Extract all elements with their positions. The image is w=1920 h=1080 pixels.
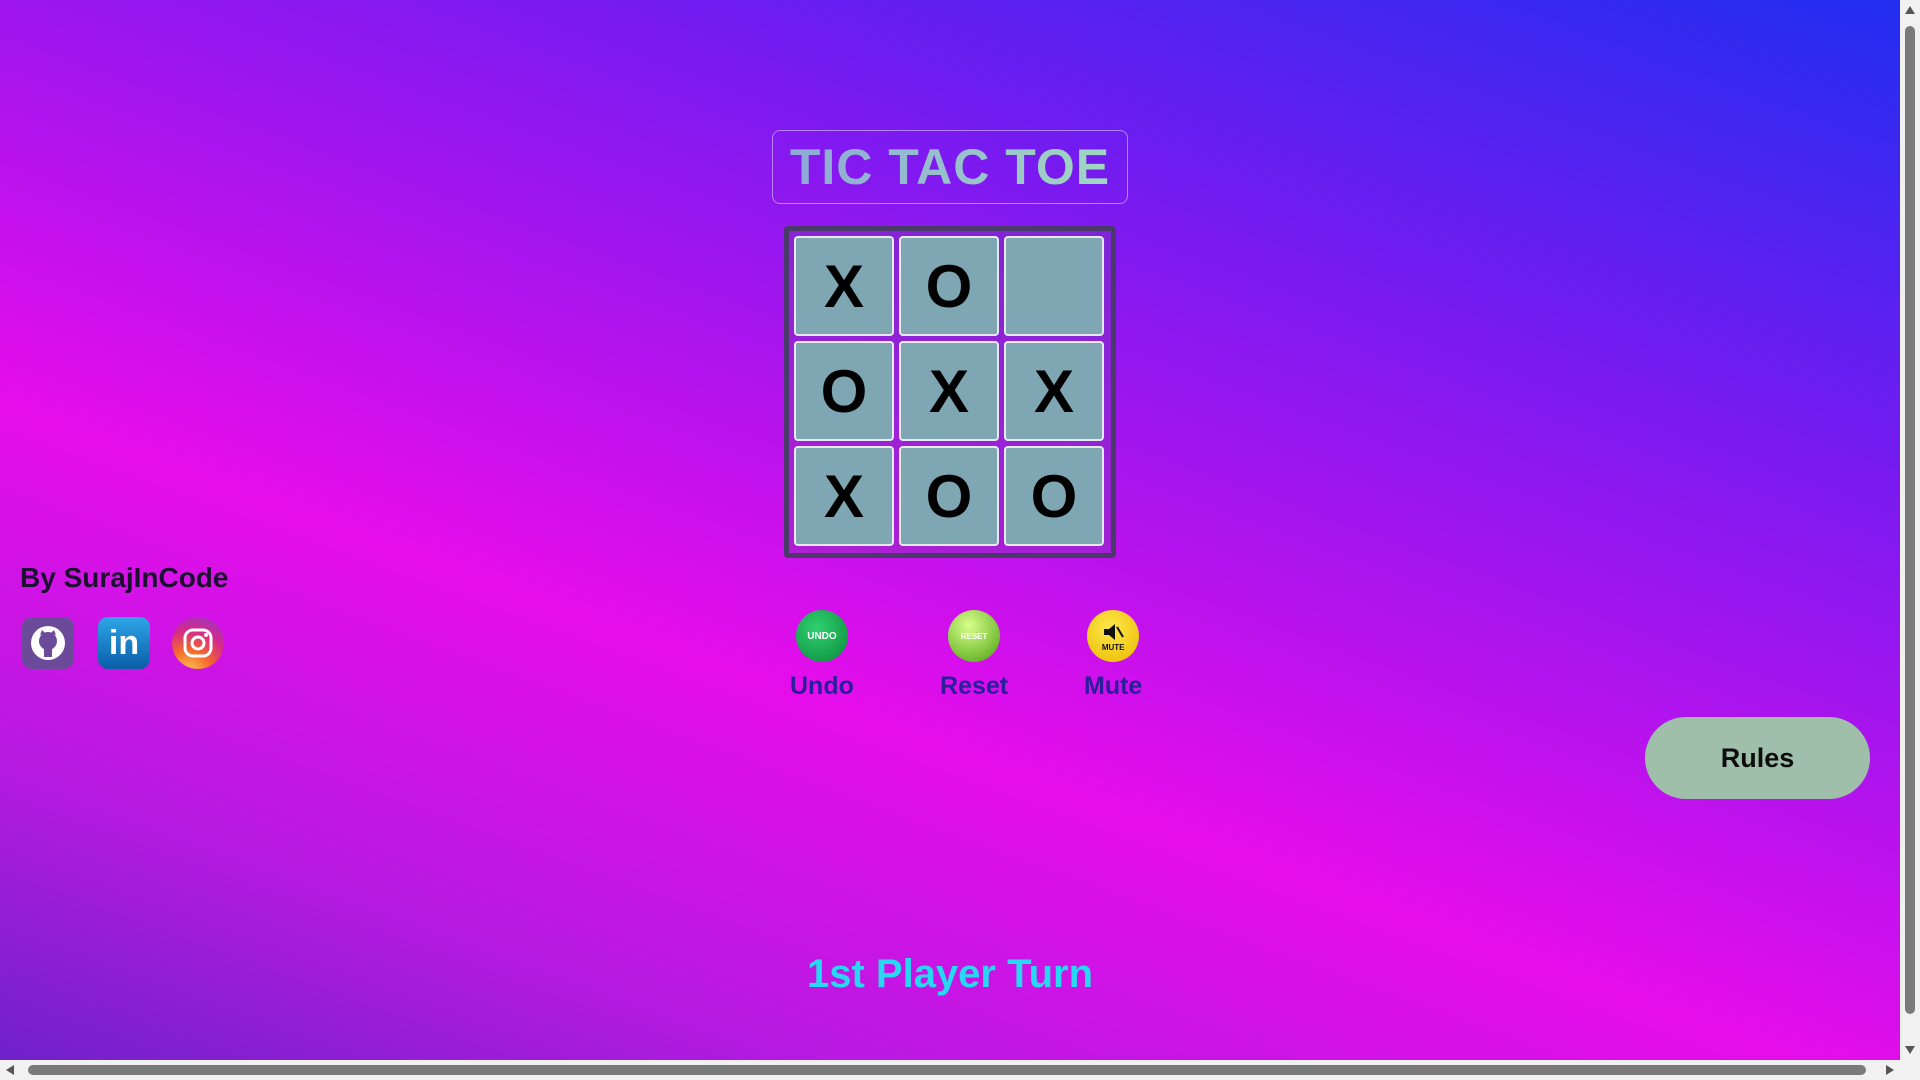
undo-button[interactable]: UNDO Undo: [790, 610, 854, 701]
author-credit: By SurajInCode: [20, 562, 229, 593]
mute-button[interactable]: MUTE Mute: [1084, 610, 1142, 701]
undo-label: Undo: [790, 672, 854, 700]
title-box: TIC TAC TOE: [772, 130, 1128, 204]
turn-status: 1st Player Turn: [806, 952, 1094, 996]
reset-icon[interactable]: RESET: [948, 610, 1001, 662]
scroll-right-icon[interactable]: [1886, 1065, 1894, 1075]
github-icon[interactable]: [22, 617, 74, 669]
scroll-down-icon[interactable]: [1905, 1046, 1915, 1054]
linkedin-text: in: [108, 623, 140, 662]
board-cell[interactable]: X: [794, 236, 894, 336]
speaker-icon: [1104, 623, 1125, 640]
reset-button[interactable]: RESET Reset: [940, 610, 1008, 701]
reset-label: Reset: [940, 672, 1009, 700]
horizontal-scrollbar[interactable]: [0, 1060, 1920, 1080]
vertical-scrollbar[interactable]: [1900, 0, 1920, 1060]
rules-button[interactable]: Rules: [1645, 717, 1870, 799]
board-cell[interactable]: O: [899, 446, 999, 546]
board-cell[interactable]: X: [1004, 341, 1104, 441]
github-glyph: [31, 626, 65, 660]
game-title: TIC TAC TOE: [789, 139, 1111, 195]
undo-icon[interactable]: UNDO: [795, 610, 848, 662]
board-cell[interactable]: [1004, 236, 1104, 336]
board-cell[interactable]: O: [899, 236, 999, 336]
board-cell[interactable]: O: [794, 341, 894, 441]
horizontal-scroll-thumb[interactable]: [28, 1065, 1866, 1075]
scroll-left-icon[interactable]: [6, 1065, 14, 1075]
board-cell[interactable]: X: [899, 341, 999, 441]
instagram-icon[interactable]: [172, 617, 224, 669]
vertical-scroll-thumb[interactable]: [1905, 26, 1915, 1014]
mute-icon-text: MUTE: [1101, 642, 1125, 652]
mute-label: Mute: [1084, 672, 1143, 700]
linkedin-icon[interactable]: in: [98, 617, 150, 669]
undo-icon-text: UNDO: [807, 630, 837, 642]
board-cell[interactable]: X: [794, 446, 894, 546]
reset-icon-text: RESET: [960, 631, 988, 641]
game-board: X O O X X X O O: [784, 226, 1116, 558]
instagram-glyph: [183, 628, 213, 658]
board-cell[interactable]: O: [1004, 446, 1104, 546]
scroll-up-icon[interactable]: [1905, 6, 1915, 14]
mute-icon[interactable]: MUTE: [1087, 610, 1140, 662]
